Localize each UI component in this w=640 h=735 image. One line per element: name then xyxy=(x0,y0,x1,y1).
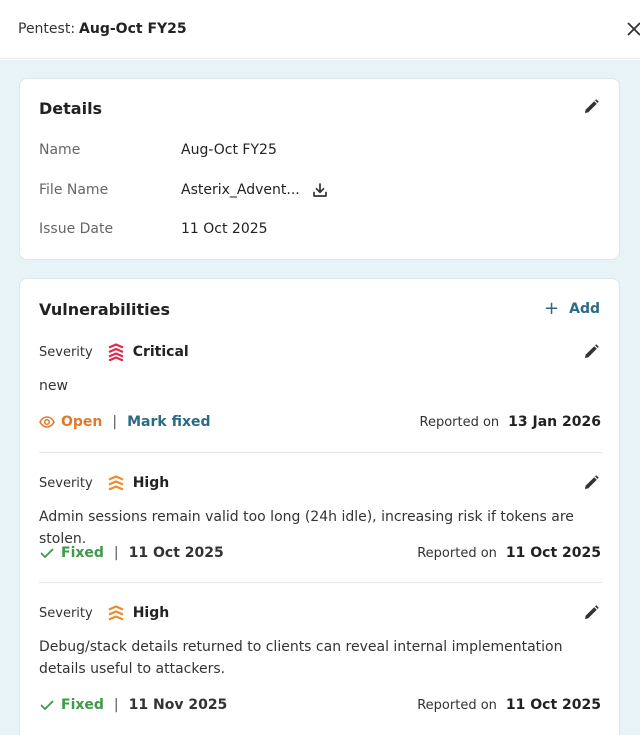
check-icon xyxy=(40,548,54,558)
edit-vulnerability-icon[interactable] xyxy=(582,604,600,622)
severity-label: Severity xyxy=(39,605,93,621)
details-title: Details xyxy=(39,99,103,118)
high-severity-icon xyxy=(108,605,124,621)
header-title: Aug-Oct FY25 xyxy=(79,21,187,37)
severity-value: High xyxy=(132,475,170,491)
status-text: Fixed xyxy=(61,697,104,713)
status-text: Open xyxy=(61,414,103,430)
add-label: Add xyxy=(569,301,600,317)
file-name-label: File Name xyxy=(39,182,109,198)
severity-row: Severity Critical xyxy=(39,341,189,363)
reported-on: Reported on 13 Jan 2026 xyxy=(420,412,602,432)
separator: | xyxy=(113,697,119,713)
separator: | xyxy=(113,545,119,561)
reported-date: 11 Oct 2025 xyxy=(505,697,601,713)
close-icon[interactable] xyxy=(626,20,640,38)
reported-label: Reported on xyxy=(417,545,497,561)
header-prefix: Pentest: xyxy=(18,21,76,37)
vulnerability-description: Debug/stack details returned to clients … xyxy=(39,639,563,677)
status-text: Fixed xyxy=(61,545,104,561)
divider xyxy=(39,452,602,453)
issue-date-text: 11 Oct 2025 xyxy=(181,221,268,237)
severity-label: Severity xyxy=(39,344,93,360)
reported-label: Reported on xyxy=(417,697,497,713)
status-fixed: Fixed xyxy=(39,697,104,713)
fixed-date: 11 Oct 2025 xyxy=(128,545,224,561)
severity-row: Severity High xyxy=(39,472,169,494)
status-row: Open | Mark fixed xyxy=(39,412,211,432)
divider xyxy=(39,582,602,583)
vulnerabilities-title: Vulnerabilities xyxy=(39,300,171,319)
plus-icon: + xyxy=(544,298,560,319)
issue-date-label: Issue Date xyxy=(39,221,114,237)
check-icon xyxy=(40,700,54,710)
reported-label: Reported on xyxy=(419,414,500,430)
critical-severity-icon xyxy=(108,343,124,361)
fixed-date: 11 Nov 2025 xyxy=(128,697,228,713)
separator: | xyxy=(112,414,118,430)
details-card: Details Name Aug-Oct FY25 File Name Aste… xyxy=(19,78,620,260)
vulnerability-description: new xyxy=(39,378,68,394)
severity-value: High xyxy=(132,605,170,621)
name-label: Name xyxy=(39,142,81,158)
file-name-text: Asterix_Advent... xyxy=(181,182,300,198)
edit-vulnerability-icon[interactable] xyxy=(582,343,600,361)
issue-date-value: 11 Oct 2025 xyxy=(181,221,268,237)
status-fixed: Fixed xyxy=(39,545,104,561)
download-icon[interactable] xyxy=(312,182,328,198)
mark-fixed-link[interactable]: Mark fixed xyxy=(127,414,210,430)
add-vulnerability-button[interactable]: + Add xyxy=(544,298,600,319)
edit-details-icon[interactable] xyxy=(582,98,600,116)
severity-value: Critical xyxy=(132,344,189,360)
vulnerabilities-card: Vulnerabilities + Add Severity Critical xyxy=(19,278,620,735)
eye-icon xyxy=(39,416,55,428)
high-severity-icon xyxy=(108,475,124,491)
severity-row: Severity High xyxy=(39,602,169,624)
name-value: Aug-Oct FY25 xyxy=(181,142,277,158)
file-name-value: Asterix_Advent... xyxy=(181,182,328,198)
status-open: Open xyxy=(39,414,102,430)
status-row: Fixed | 11 Nov 2025 xyxy=(39,695,227,715)
edit-vulnerability-icon[interactable] xyxy=(582,474,600,492)
reported-on: Reported on 11 Oct 2025 xyxy=(417,695,601,715)
name-value-text: Aug-Oct FY25 xyxy=(181,142,277,158)
status-row: Fixed | 11 Oct 2025 xyxy=(39,543,224,563)
drawer-body: Details Name Aug-Oct FY25 File Name Aste… xyxy=(0,60,640,735)
reported-date: 11 Oct 2025 xyxy=(505,545,601,561)
reported-date: 13 Jan 2026 xyxy=(508,414,601,430)
severity-label: Severity xyxy=(39,475,93,491)
reported-on: Reported on 11 Oct 2025 xyxy=(417,543,601,563)
drawer-header: Pentest: Aug-Oct FY25 xyxy=(0,0,640,59)
